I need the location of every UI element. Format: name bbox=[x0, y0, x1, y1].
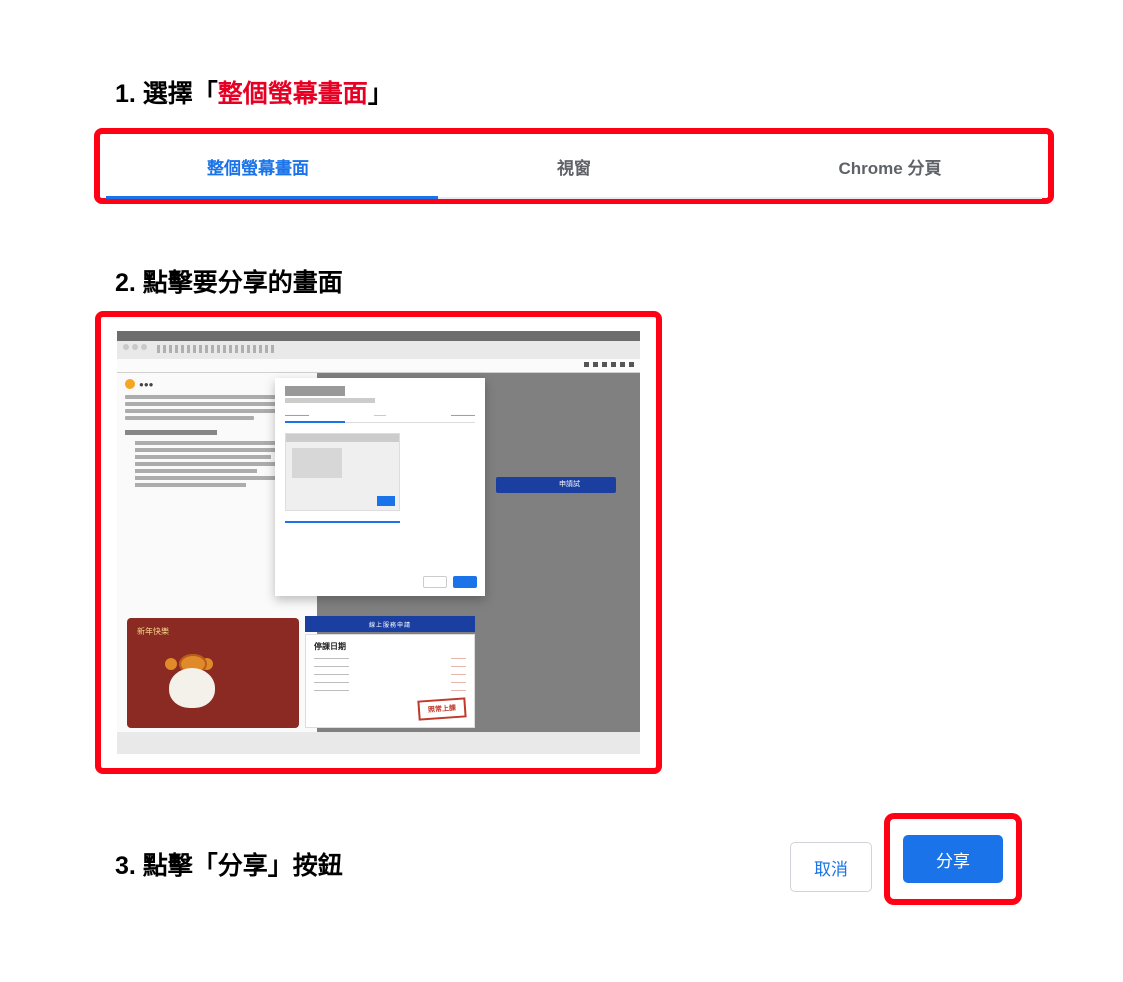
menubar-stub bbox=[117, 331, 640, 341]
tab-chrome-tab[interactable]: Chrome 分頁 bbox=[732, 134, 1048, 198]
dialog-tab-2-stub: —— bbox=[374, 413, 386, 419]
tab-chrome-tab-label: Chrome 分頁 bbox=[839, 154, 942, 179]
step-1-highlight: 整個螢幕畫面 bbox=[218, 80, 368, 108]
dialog-screen-thumb bbox=[285, 433, 400, 511]
browser-toolbar-stub bbox=[117, 359, 640, 373]
notice-stamp: 照常上課 bbox=[417, 697, 466, 720]
nested-share-dialog: ———— —— ———— bbox=[275, 378, 485, 596]
new-year-card: 新年快樂 bbox=[127, 618, 299, 728]
dialog-share-stub bbox=[453, 576, 477, 588]
cancel-button[interactable]: 取消 bbox=[790, 842, 872, 892]
subheading-stub bbox=[125, 430, 217, 435]
share-tabs-container: 整個螢幕畫面 視窗 Chrome 分頁 bbox=[94, 128, 1054, 204]
dialog-footer bbox=[423, 576, 477, 588]
dialog-cancel-stub bbox=[423, 576, 447, 588]
page-bottom-cards: 新年快樂 線上服務申請 停課日期 —————————— —————————— —… bbox=[117, 614, 640, 754]
page-footer-stub bbox=[117, 732, 640, 754]
logo-text-stub: ●●● bbox=[139, 380, 154, 389]
notice-title: 停課日期 bbox=[314, 641, 466, 652]
step-1-suffix: 」 bbox=[368, 80, 393, 108]
toolbar-icons-stub bbox=[584, 362, 634, 367]
dialog-tab-3-stub: ———— bbox=[451, 413, 475, 419]
share-button-highlight: 分享 bbox=[884, 813, 1022, 905]
step-3-heading: 3. 點擊「分享」按鈕 bbox=[115, 846, 343, 882]
tab-title-stub bbox=[157, 345, 277, 353]
tab-entire-screen[interactable]: 整個螢幕畫面 bbox=[100, 134, 416, 198]
screen-preview-highlight: ●●● 申請試 ———— —— bbox=[95, 311, 662, 774]
dialog-title-stub bbox=[285, 386, 345, 396]
screen-thumbnail[interactable]: ●●● 申請試 ———— —— bbox=[117, 331, 640, 754]
dialog-tab-underline bbox=[285, 421, 345, 423]
tab-window-label: 視窗 bbox=[557, 154, 591, 179]
dialog-thumb-selected-bar bbox=[285, 521, 400, 523]
dialog-action-row: 取消 分享 bbox=[790, 829, 1022, 905]
new-year-greeting: 新年快樂 bbox=[137, 626, 169, 637]
cta-button-label: 申請試 bbox=[559, 479, 580, 489]
blue-strip-label: 線上服務申請 bbox=[305, 616, 475, 632]
dialog-tabs-stub: ———— —— ———— bbox=[285, 409, 475, 423]
page-backdrop: ●●● 申請試 ———— —— bbox=[117, 373, 640, 754]
dialog-tab-active-stub: ———— bbox=[285, 413, 309, 419]
step-2-heading: 2. 點擊要分享的畫面 bbox=[115, 263, 343, 299]
tab-entire-screen-label: 整個螢幕畫面 bbox=[207, 154, 309, 179]
traffic-lights-icon bbox=[123, 344, 147, 350]
notice-card: 停課日期 —————————— —————————— —————————— ——… bbox=[305, 634, 475, 728]
step-1-heading: 1. 選擇「整個螢幕畫面」 bbox=[115, 74, 393, 110]
cta-button-stub bbox=[496, 477, 616, 493]
share-button-label: 分享 bbox=[936, 847, 970, 872]
step-1-prefix: 1. 選擇「 bbox=[115, 80, 218, 108]
share-button[interactable]: 分享 bbox=[903, 835, 1003, 883]
tab-window[interactable]: 視窗 bbox=[416, 134, 732, 198]
cancel-button-label: 取消 bbox=[814, 855, 848, 880]
dialog-subtitle-stub bbox=[285, 398, 375, 403]
logo-icon bbox=[125, 379, 135, 389]
mascot-illustration bbox=[157, 650, 227, 720]
